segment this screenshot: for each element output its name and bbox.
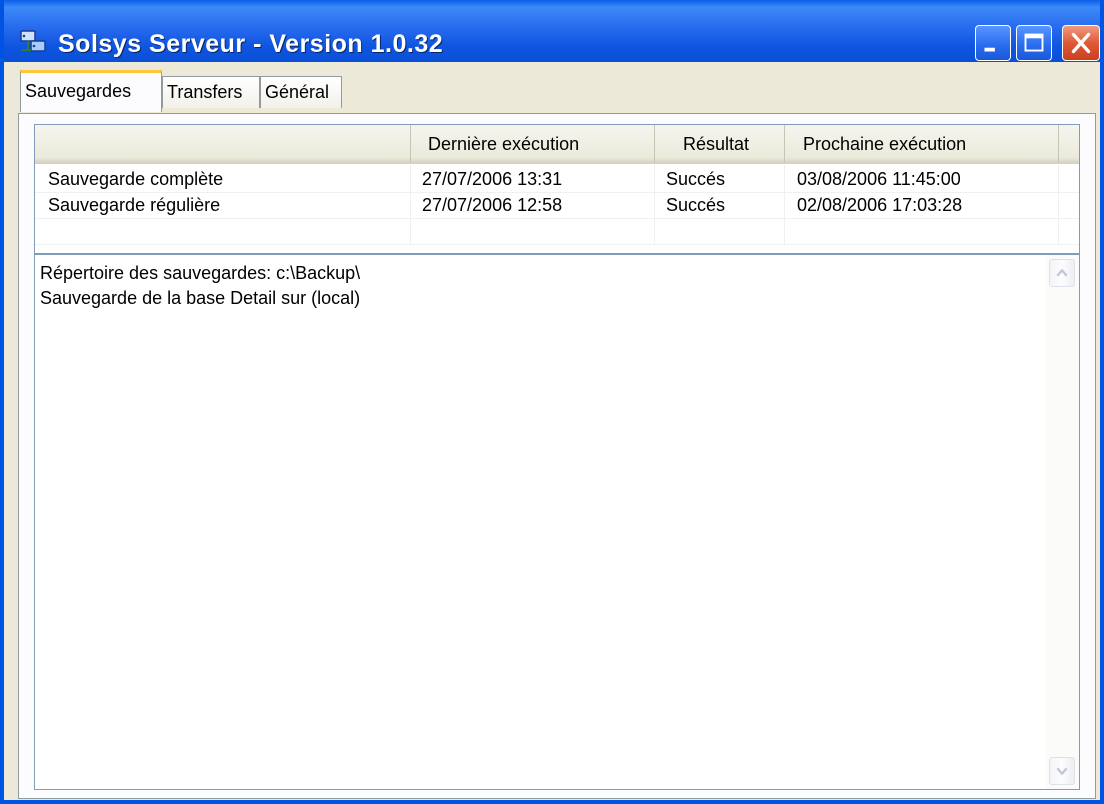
cell-empty: [1059, 217, 1079, 245]
list-body: Sauvegarde complète 27/07/2006 13:31 Suc…: [35, 163, 1079, 253]
tab-strip: Transfers Général Sauvegardes: [4, 62, 1100, 116]
minimize-icon: [984, 47, 995, 52]
cell-empty: [655, 217, 785, 245]
tab-sauvegardes[interactable]: Sauvegardes: [20, 70, 162, 112]
column-header-next-run[interactable]: Prochaine exécution: [785, 125, 1059, 163]
column-header-last-run[interactable]: Dernière exécution: [411, 125, 655, 163]
list-header: Dernière exécution Résultat Prochaine ex…: [35, 125, 1079, 164]
window-title: Solsys Serveur - Version 1.0.32: [58, 30, 444, 58]
title-bar[interactable]: Solsys Serveur - Version 1.0.32: [4, 0, 1100, 62]
chevron-down-icon: [1056, 767, 1068, 775]
vertical-scrollbar[interactable]: [1045, 255, 1079, 789]
list-row-empty: [35, 217, 1079, 245]
cell-empty: [411, 217, 655, 245]
close-button[interactable]: [1062, 25, 1100, 61]
cell-name: Sauvegarde complète: [35, 165, 411, 193]
maximize-icon: [1024, 33, 1044, 52]
cell-filler: [1059, 191, 1079, 219]
cell-next-run: 02/08/2006 17:03:28: [785, 191, 1059, 219]
maximize-button[interactable]: [1016, 25, 1052, 61]
cell-result: Succés: [655, 191, 785, 219]
column-header-filler: [1059, 125, 1079, 163]
backups-list[interactable]: Dernière exécution Résultat Prochaine ex…: [34, 124, 1080, 254]
cell-name: Sauvegarde régulière: [35, 191, 411, 219]
cell-empty: [35, 217, 411, 245]
app-window: Solsys Serveur - Version 1.0.32 Transfer…: [0, 0, 1104, 804]
list-row[interactable]: Sauvegarde régulière 27/07/2006 12:58 Su…: [35, 191, 1079, 219]
cell-filler: [1059, 165, 1079, 193]
tab-transfers[interactable]: Transfers: [162, 76, 260, 108]
tab-general[interactable]: Général: [260, 76, 342, 108]
cell-result: Succés: [655, 165, 785, 193]
server-network-icon: [20, 30, 46, 52]
column-header-result[interactable]: Résultat: [655, 125, 785, 163]
log-content[interactable]: Répertoire des sauvegardes: c:\Backup\ Sa…: [40, 261, 360, 311]
cell-last-run: 27/07/2006 13:31: [411, 165, 655, 193]
minimize-button[interactable]: [975, 25, 1011, 61]
list-row[interactable]: Sauvegarde complète 27/07/2006 13:31 Suc…: [35, 165, 1079, 193]
chevron-up-icon: [1056, 269, 1068, 277]
cell-last-run: 27/07/2006 12:58: [411, 191, 655, 219]
tab-panel-sauvegardes: Dernière exécution Résultat Prochaine ex…: [18, 113, 1096, 799]
log-textarea[interactable]: Répertoire des sauvegardes: c:\Backup\ Sa…: [34, 254, 1080, 790]
log-line: Répertoire des sauvegardes: c:\Backup\: [40, 263, 361, 283]
column-header-name[interactable]: [35, 125, 411, 163]
cell-empty: [785, 217, 1059, 245]
scroll-up-button[interactable]: [1049, 259, 1075, 287]
log-line: Sauvegarde de la base Detail sur (local): [40, 288, 361, 308]
cell-next-run: 03/08/2006 11:45:00: [785, 165, 1059, 193]
scroll-down-button[interactable]: [1049, 757, 1075, 785]
close-icon: [1071, 32, 1091, 54]
